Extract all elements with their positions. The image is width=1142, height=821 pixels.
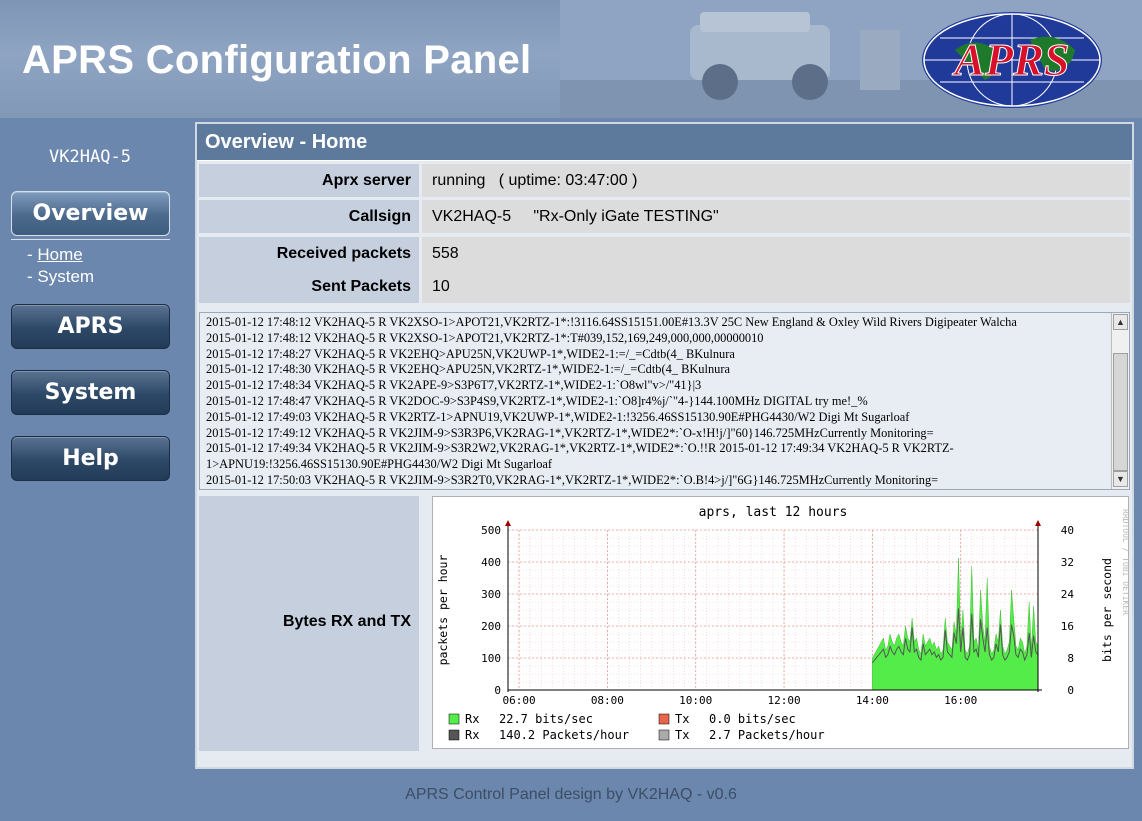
sent-packets-label: Sent Packets xyxy=(311,277,411,295)
nav-system-button[interactable]: System xyxy=(11,370,170,415)
chart-title: aprs, last 12 hours xyxy=(699,505,848,520)
received-packets-row: Received packets 558 xyxy=(199,237,1130,270)
aprx-server-row: Aprx server running ( uptime: 03:47:00 ) xyxy=(199,164,1130,197)
y-tick-label: 0 xyxy=(494,684,501,697)
row-label: Received packets xyxy=(199,237,419,270)
y-tick-label: 400 xyxy=(481,556,501,569)
log-scrollbar[interactable]: ▲ ▼ xyxy=(1111,313,1129,489)
log-line: 2015-01-12 17:50:03 VK2HAQ-5 R VK2JIM-9>… xyxy=(206,472,939,487)
legend-swatch xyxy=(448,713,460,725)
x-tick-label: 12:00 xyxy=(767,694,800,707)
subnav-prefix: - xyxy=(27,245,38,264)
sent-packets-row: Sent Packets 10 xyxy=(199,270,1130,303)
nav-aprs-button[interactable]: APRS xyxy=(11,304,170,349)
y-tick-label: 300 xyxy=(481,588,501,601)
legend-swatch xyxy=(658,713,670,725)
y2-tick-label: 0 xyxy=(1067,684,1074,697)
subnav-prefix: - xyxy=(27,267,38,286)
legend-value: 0.0 bits/sec xyxy=(709,712,796,726)
log-line: 2015-01-12 17:48:34 VK2HAQ-5 R VK2APE-9>… xyxy=(206,378,702,393)
subnav-home[interactable]: - Home xyxy=(27,245,83,265)
y2-tick-label: 24 xyxy=(1061,588,1075,601)
y-tick-label: 100 xyxy=(481,652,501,665)
sent-packets-value: 10 xyxy=(432,277,450,295)
callsign-row: Callsign VK2HAQ-5 "Rx-Only iGate TESTING… xyxy=(199,200,1130,233)
y2-tick-label: 40 xyxy=(1061,524,1074,537)
x-tick-label: 14:00 xyxy=(856,694,889,707)
legend-value: 22.7 bits/sec xyxy=(499,712,593,726)
callsign-value: VK2HAQ-5 "Rx-Only iGate TESTING" xyxy=(432,207,719,225)
received-packets-label: Received packets xyxy=(276,244,411,262)
y2-axis-label: bits per second xyxy=(1100,558,1114,662)
aprx-server-label: Aprx server xyxy=(322,171,411,189)
legend-value: 140.2 Packets/hour xyxy=(499,728,629,742)
callsign-label: Callsign xyxy=(348,207,411,225)
legend-series-name: Rx xyxy=(465,728,479,742)
y-axis-arrow-icon xyxy=(505,520,511,526)
page-header: APRS Configuration Panel APRS xyxy=(0,0,1142,118)
y2-tick-label: 8 xyxy=(1067,652,1074,665)
chart-row-label: Bytes RX and TX xyxy=(199,496,419,751)
row-label: Aprx server xyxy=(199,164,419,197)
packet-log[interactable]: 2015-01-12 17:48:12 VK2HAQ-5 R VK2XSO-1>… xyxy=(199,312,1130,490)
subnav-system-link[interactable]: System xyxy=(37,267,94,286)
received-packets-value: 558 xyxy=(432,244,459,262)
y-tick-label: 200 xyxy=(481,620,501,633)
log-line: 2015-01-12 17:49:03 VK2HAQ-5 R VK2RTZ-1>… xyxy=(206,409,910,424)
nav-overview-button[interactable]: Overview xyxy=(11,191,170,236)
page-title: APRS Configuration Panel xyxy=(22,38,532,82)
legend-swatch xyxy=(658,729,670,741)
row-value: 10 xyxy=(422,270,1130,303)
aprs-logo: APRS xyxy=(922,12,1102,108)
y-tick-label: 500 xyxy=(481,524,501,537)
traffic-chart-svg: 06:00 08:00 10:00 12:00 14:00 16:00 0 100 200 300… xyxy=(436,505,1130,742)
bytes-rx-tx-label: Bytes RX and TX xyxy=(282,613,411,630)
scroll-down-icon[interactable]: ▼ xyxy=(1113,471,1128,487)
row-value: 558 xyxy=(422,237,1130,270)
x-tick-label: 06:00 xyxy=(502,694,535,707)
packet-log-lines: 2015-01-12 17:48:12 VK2HAQ-5 R VK2XSO-1>… xyxy=(206,315,1106,489)
subnav-system[interactable]: - System xyxy=(27,267,94,287)
aprx-server-status: running ( uptime: 03:47:00 ) xyxy=(432,171,638,189)
scroll-up-icon[interactable]: ▲ xyxy=(1113,314,1128,330)
log-line: 2015-01-12 17:48:12 VK2HAQ-5 R VK2XSO-1>… xyxy=(206,330,764,345)
legend-swatch xyxy=(448,729,460,741)
logo-text: APRS xyxy=(951,34,1069,85)
panel-title: Overview - Home xyxy=(197,124,1132,161)
y2-tick-label: 32 xyxy=(1061,556,1074,569)
legend-series-name: Tx xyxy=(675,712,689,726)
row-value: running ( uptime: 03:47:00 ) xyxy=(422,164,1130,197)
x-tick-label: 08:00 xyxy=(591,694,624,707)
legend-series-name: Rx xyxy=(465,712,479,726)
page-footer: APRS Control Panel design by VK2HAQ - v0… xyxy=(405,786,737,803)
legend-series-name: Tx xyxy=(675,728,689,742)
log-line: 2015-01-12 17:49:34 VK2HAQ-5 R VK2JIM-9>… xyxy=(206,441,954,472)
station-callsign: VK2HAQ-5 xyxy=(49,147,131,167)
y2-tick-label: 16 xyxy=(1061,620,1074,633)
row-label: Sent Packets xyxy=(199,270,419,303)
legend-value: 2.7 Packets/hour xyxy=(709,728,825,742)
row-value: VK2HAQ-5 "Rx-Only iGate TESTING" xyxy=(422,200,1130,233)
y-axis-label: packets per hour xyxy=(436,555,450,666)
log-line: 2015-01-12 17:48:12 VK2HAQ-5 R VK2XSO-1>… xyxy=(206,315,1017,329)
overview-panel: Overview - Home Aprx server running ( up… xyxy=(195,122,1134,769)
log-line: 2015-01-12 17:48:27 VK2HAQ-5 R VK2EHQ>AP… xyxy=(206,346,735,361)
nav-divider xyxy=(11,239,170,240)
subnav-home-link[interactable]: Home xyxy=(37,245,82,264)
log-line: 2015-01-12 17:49:12 VK2HAQ-5 R VK2JIM-9>… xyxy=(206,425,934,440)
x-tick-label: 10:00 xyxy=(679,694,712,707)
x-tick-label: 16:00 xyxy=(944,694,977,707)
scrollbar-thumb[interactable] xyxy=(1113,353,1128,471)
y2-axis-arrow-icon xyxy=(1035,520,1041,526)
rrdtool-watermark: RRDTOOL / TOBI OETIKER xyxy=(1121,509,1130,615)
log-line: 2015-01-12 17:48:30 VK2HAQ-5 R VK2EHQ>AP… xyxy=(206,362,730,377)
log-line: 2015-01-12 17:48:47 VK2HAQ-5 R VK2DOC-9>… xyxy=(206,393,868,408)
traffic-chart: 06:00 08:00 10:00 12:00 14:00 16:00 0 100 200 300… xyxy=(432,496,1130,749)
row-label: Callsign xyxy=(199,200,419,233)
nav-help-button[interactable]: Help xyxy=(11,436,170,481)
